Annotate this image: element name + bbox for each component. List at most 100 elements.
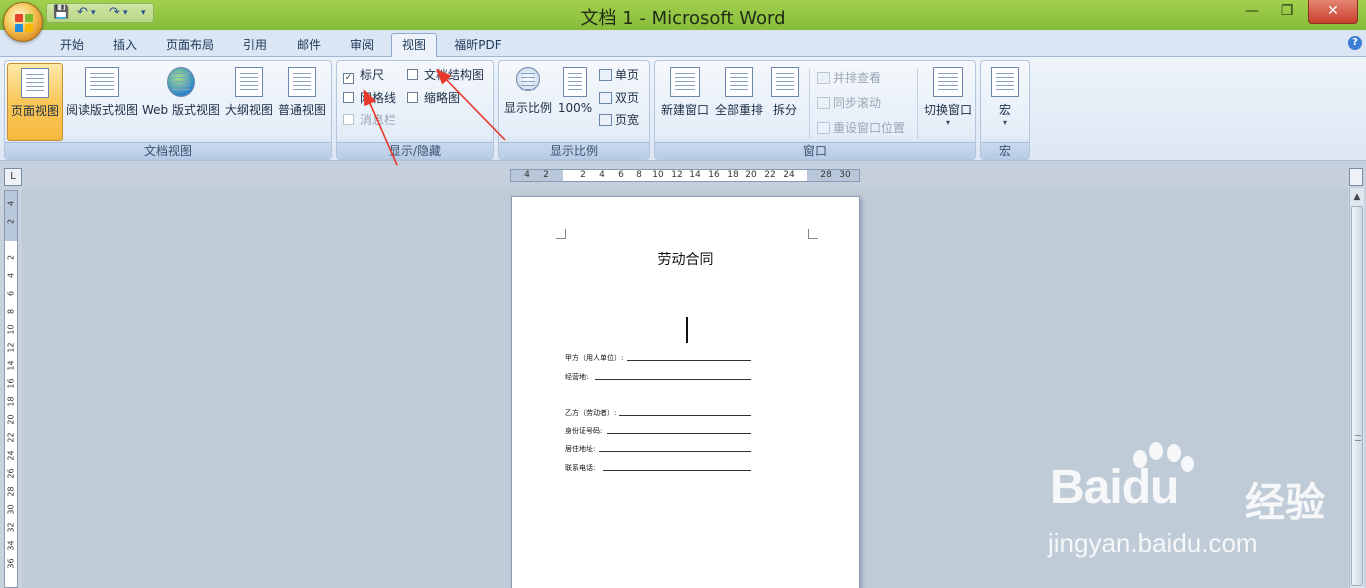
full-screen-reading-button[interactable]: 阅读版式视图: [65, 63, 139, 141]
maximize-button[interactable]: ❐: [1272, 0, 1302, 24]
zoom-button[interactable]: 显示比例: [501, 63, 555, 141]
ruler-number: 20: [745, 170, 757, 180]
tab-selector[interactable]: L: [4, 168, 22, 186]
sync-scroll-icon: [817, 97, 830, 109]
ruler-number: 2: [543, 170, 549, 180]
web-layout-button[interactable]: Web 版式视图: [141, 63, 221, 141]
one-page-button[interactable]: 单页: [599, 66, 639, 83]
ruler-number: 16: [708, 170, 720, 180]
synchronous-scrolling-button: 同步滚动: [817, 94, 881, 111]
group-macros: 宏 ▾ 宏: [980, 60, 1030, 160]
split-button[interactable]: 拆分: [767, 63, 803, 141]
tab-insert[interactable]: 插入: [103, 35, 147, 57]
group-zoom: 显示比例 100% 单页 双页 页宽 显示比例: [498, 60, 650, 160]
scroll-up-arrow-icon[interactable]: ▲: [1350, 190, 1364, 204]
new-window-icon: [670, 67, 700, 97]
window-title: 文档 1 - Microsoft Word: [580, 8, 786, 29]
watermark-jingyan: 经验: [1245, 480, 1325, 526]
window-separator: [809, 69, 810, 139]
print-layout-icon: [21, 68, 49, 98]
minimize-button[interactable]: —: [1238, 0, 1266, 24]
office-button[interactable]: [3, 2, 43, 42]
horizontal-ruler[interactable]: 4 2 2 4 6 8 10 12 14 16 18 20 22 24 28 3…: [510, 169, 860, 182]
web-layout-icon: [167, 67, 195, 97]
zoom-label: 显示比例: [503, 101, 552, 115]
office-logo-icon: [15, 14, 33, 32]
two-pages-button[interactable]: 双页: [599, 89, 639, 106]
ruler-number: 6: [6, 290, 16, 297]
ruler-number: 16: [6, 378, 16, 389]
right-margin: [807, 170, 859, 181]
field-business-address: 经营地:: [565, 372, 751, 382]
thumbnails-label: 缩略图: [424, 91, 461, 105]
tab-mailings[interactable]: 邮件: [287, 35, 331, 57]
magnifier-icon: [516, 67, 540, 91]
document-map-label: 文档结构图: [424, 68, 485, 82]
gridlines-checkbox[interactable]: 网格线: [343, 89, 396, 106]
macros-button[interactable]: 宏 ▾: [985, 63, 1025, 141]
tab-review[interactable]: 审阅: [340, 35, 384, 57]
one-page-label: 单页: [615, 68, 640, 82]
page-width-button[interactable]: 页宽: [599, 111, 639, 128]
document-page[interactable]: 劳动合同 甲方（用人单位）: 经营地: 乙方（劳动者）: 身份证号码: 居住地址…: [511, 196, 860, 588]
close-button[interactable]: ✕: [1308, 0, 1358, 24]
arrange-all-icon: [725, 67, 753, 97]
group-document-views: 页面视图 阅读版式视图 Web 版式视图 大纲视图 普通视图 文档视图: [4, 60, 332, 160]
help-icon[interactable]: ?: [1348, 36, 1362, 50]
vertical-ruler[interactable]: 4 2 2 4 6 8 10 12 14 16 18 20 22 24 26 2…: [4, 190, 18, 588]
baidu-jingyan-watermark: Baidu 经验 jingyan.baidu.com: [1045, 440, 1365, 580]
ruler-number: 4: [6, 200, 16, 207]
text-cursor: [686, 317, 688, 343]
reset-position-label: 重设窗口位置: [833, 121, 906, 135]
ribbon-tabs: 开始 插入 页面布局 引用 邮件 审阅 视图 福昕PDF: [0, 30, 1366, 58]
document-map-checkbox[interactable]: 文档结构图: [407, 66, 484, 83]
ruler-number: 2: [580, 170, 586, 180]
thumbnails-checkbox[interactable]: 缩略图: [407, 89, 460, 106]
message-bar-label: 消息栏: [360, 113, 397, 127]
full-screen-reading-label: 阅读版式视图: [65, 103, 138, 117]
ruler-number: 14: [6, 360, 16, 371]
ruler-checkbox[interactable]: ✓ 标尺: [343, 66, 384, 84]
outline-button[interactable]: 大纲视图: [223, 63, 275, 141]
reset-position-icon: [817, 122, 830, 134]
ruler-number: 18: [6, 396, 16, 407]
ruler-number: 36: [6, 558, 16, 569]
group-show-hide: ✓ 标尺 网格线 消息栏 文档结构图 缩略图 显示/隐藏: [336, 60, 494, 160]
draft-button[interactable]: 普通视图: [275, 63, 329, 141]
ruler-number: 18: [727, 170, 739, 180]
ruler-number: 10: [652, 170, 664, 180]
group-label-window: 窗口: [655, 142, 975, 159]
draft-label: 普通视图: [277, 103, 326, 117]
print-layout-button[interactable]: 页面视图: [7, 63, 63, 141]
tab-home[interactable]: 开始: [50, 35, 94, 57]
tab-page-layout[interactable]: 页面布局: [158, 35, 222, 57]
tab-view[interactable]: 视图: [391, 33, 437, 58]
ruler-number: 28: [820, 170, 832, 180]
zoom-100-button[interactable]: 100%: [555, 63, 595, 141]
split-label: 拆分: [772, 103, 797, 117]
watermark-brand: Baidu: [1050, 461, 1179, 514]
ruler-number: 22: [764, 170, 776, 180]
ruler-label: 标尺: [360, 68, 385, 82]
side-by-side-label: 并排查看: [833, 71, 882, 85]
print-layout-label: 页面视图: [10, 104, 59, 118]
crop-mark: [808, 229, 818, 239]
switch-windows-button[interactable]: 切换窗口 ▾: [921, 63, 975, 141]
outline-icon: [235, 67, 263, 97]
arrange-all-button[interactable]: 全部重排: [713, 63, 765, 141]
field-id-number: 身份证号码:: [565, 426, 751, 436]
ruler-number: 20: [6, 414, 16, 425]
title-bar: 💾 ↶ ▾ ↷ ▾ ▾ 文档 1 - Microsoft Word — ❐ ✕: [0, 0, 1366, 30]
ruler-number: 14: [689, 170, 701, 180]
group-label-zoom: 显示比例: [499, 142, 649, 159]
window-separator-2: [917, 69, 918, 139]
checkmark-icon: ✓: [343, 73, 354, 84]
reset-window-position-button: 重设窗口位置: [817, 119, 905, 136]
macros-label: 宏: [998, 103, 1011, 117]
zoom-100-icon: [563, 67, 587, 97]
tab-foxit-pdf[interactable]: 福昕PDF: [446, 35, 510, 57]
view-ruler-button[interactable]: [1349, 168, 1363, 186]
new-window-button[interactable]: 新建窗口: [657, 63, 713, 141]
new-window-label: 新建窗口: [660, 103, 709, 117]
tab-references[interactable]: 引用: [233, 35, 277, 57]
